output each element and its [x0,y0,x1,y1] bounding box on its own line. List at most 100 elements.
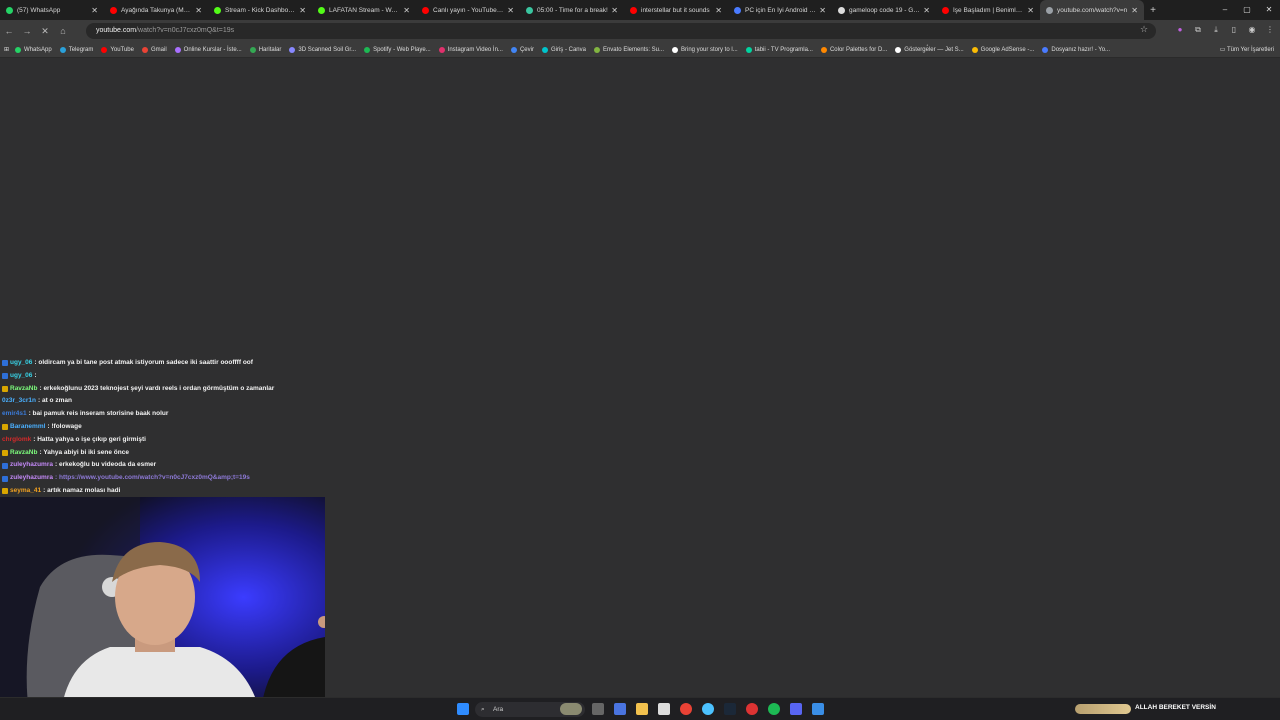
file-explorer-icon[interactable] [636,703,648,715]
all-bookmarks-folder[interactable]: ▭ Tüm Yer İşaretleri [1220,46,1274,53]
tab-close-icon[interactable]: ✕ [1027,6,1034,15]
now-playing-widget[interactable] [1075,704,1131,714]
bookmark-item[interactable]: Online Kurslar - İste... [174,46,242,53]
forward-icon[interactable]: → [18,26,36,36]
widget-icon[interactable] [560,703,582,715]
task-view-icon[interactable] [592,703,604,715]
browser-tab[interactable]: youtube.com/watch?v=n ✕ [1040,0,1144,20]
steam-icon[interactable] [724,703,736,715]
browser-tab[interactable]: 05:00 - Time for a break! ✕ [520,0,624,20]
chat-username[interactable]: 0z3r_3cr1n [2,395,36,408]
chat-text: : oldircam ya bi tane post atmak istiyor… [34,359,253,366]
browser-tab[interactable]: (57) WhatsApp ✕ [0,0,104,20]
edge-icon[interactable] [702,703,714,715]
apps-icon[interactable]: ⊞ [4,46,9,53]
browser-tab[interactable]: PC için En İyi Android Em ✕ [728,0,832,20]
bookmark-item[interactable]: Çevir [510,46,534,53]
extension-icon[interactable]: ● [1174,23,1186,37]
chat-username[interactable]: chrglomk [2,434,31,447]
close-icon[interactable]: ✕ [1258,0,1280,20]
browser-tab[interactable]: gameloop code 19 - Goo ✕ [832,0,936,20]
browser-tab[interactable]: LAFATAN Stream - Watch ✕ [312,0,416,20]
obs-icon[interactable] [746,703,758,715]
chat-badge-icon [2,360,8,367]
profile-avatar-icon[interactable]: ◉ [1246,23,1258,37]
toolbar: ← → ✕ ⌂ youtube.com/watch?v=n0cJ7cxz0mQ&… [0,20,1280,42]
start-menu-icon[interactable] [457,703,469,715]
browser-tab[interactable]: Ayağında Takunya (Madu ✕ [104,0,208,20]
chat-username[interactable]: emir4s1 [2,408,27,421]
chat-message: ugy_06: [2,370,332,383]
back-icon[interactable]: ← [0,26,18,36]
browser-tab[interactable]: İşe Başladım | Benimle bi ✕ [936,0,1040,20]
bookmark-item[interactable]: Google AdSense -... [971,46,1034,53]
bookmark-item[interactable]: Color Palettes for D... [820,46,887,53]
bookmark-star-icon[interactable]: ☆ [1140,24,1148,35]
spotify-icon[interactable] [768,703,780,715]
bookmark-item[interactable]: YouTube [101,46,134,53]
bookmarks-bar: ⊞ WhatsApp Telegram YouTube Gmail Online Kur… [0,42,1280,58]
sidebar-icon[interactable]: ▯ [1228,23,1240,37]
store-icon[interactable] [658,703,670,715]
copilot-icon[interactable] [614,703,626,715]
bookmark-item[interactable]: Instagram Video İn... [438,46,503,53]
bookmark-item[interactable]: Dosyanız hazır! - Yo... [1042,46,1110,53]
bookmark-item[interactable]: WhatsApp [15,46,52,53]
tab-close-icon[interactable]: ✕ [299,6,306,15]
bookmark-label: tabii - TV Programla... [754,46,813,53]
chat-username[interactable]: RavzaNb [10,447,37,460]
tray-ticker-text: ALLAH BEREKET VERSİN [1135,704,1216,711]
bookmark-favicon-icon [672,46,678,53]
bookmark-label: Gmail [150,46,167,53]
tab-favicon-icon [214,6,221,14]
browser-tab[interactable]: Canlı yayın - YouTube Stu ✕ [416,0,520,20]
window-controls: – ▢ ✕ [1214,0,1280,20]
bookmark-favicon-icon [510,46,517,53]
bookmark-item[interactable]: Haritalar [249,46,281,53]
chat-username[interactable]: ugy_06 [10,357,32,370]
chrome-icon[interactable] [680,703,692,715]
tab-close-icon[interactable]: ✕ [403,6,410,15]
tab-close-icon[interactable]: ✕ [507,6,514,15]
extensions-puzzle-icon[interactable]: ⧉ [1192,23,1204,37]
chat-username[interactable]: ugy_06 [10,370,32,383]
bookmark-item[interactable]: Gösterge̊ler — Jet S... [895,46,964,53]
chat-username[interactable]: zuleyhazumra [10,459,53,472]
bookmark-item[interactable]: Bring your story to l... [672,46,738,53]
tab-close-icon[interactable]: ✕ [195,6,202,15]
bookmark-item[interactable]: Spotify - Web Playe... [364,46,431,53]
security-icon[interactable] [812,703,824,715]
tab-close-icon[interactable]: ✕ [1131,6,1138,15]
maximize-icon[interactable]: ▢ [1236,0,1258,20]
chat-username[interactable]: zuleyhazumra [10,472,53,485]
chat-username[interactable]: Baranemml [10,421,45,434]
address-bar[interactable]: youtube.com/watch?v=n0cJ7cxz0mQ&t=19s [86,23,1156,39]
tab-close-icon[interactable]: ✕ [923,6,930,15]
toolbar-actions: ● ⧉ ⤓ ▯ ◉ ⋮ [1174,23,1276,37]
app-icon[interactable] [790,703,802,715]
minimize-icon[interactable]: – [1214,0,1236,20]
home-icon[interactable]: ⌂ [54,26,72,36]
tab-favicon-icon [110,6,117,14]
browser-tab[interactable]: Stream - Kick Dashboard ✕ [208,0,312,20]
chat-username[interactable]: seyma_41 [10,485,41,498]
download-icon[interactable]: ⤓ [1210,23,1222,37]
stop-icon[interactable]: ✕ [36,26,54,37]
tab-close-icon[interactable]: ✕ [611,6,618,15]
bookmark-item[interactable]: Envato Elements: Su... [593,46,664,53]
chat-username[interactable]: RavzaNb [10,383,37,396]
chat-text: : Yahya abiyi bi iki sene önce [39,448,129,456]
tab-close-icon[interactable]: ✕ [715,6,722,15]
tab-close-icon[interactable]: ✕ [91,6,98,15]
tab-close-icon[interactable]: ✕ [819,6,826,15]
new-tab-button[interactable]: + [1144,5,1162,16]
bookmark-item[interactable]: Telegram [59,46,93,53]
bookmark-item[interactable]: tabii - TV Programla... [745,46,813,53]
chat-link[interactable]: : https://www.youtube.com/watch?v=n0cJ7c… [55,472,250,485]
bookmark-item[interactable]: Giriş - Canva [541,46,586,53]
browser-tab[interactable]: interstellar but it sounds ✕ [624,0,728,20]
bookmark-item[interactable]: Gmail [141,46,167,53]
tab-list: (57) WhatsApp ✕ Ayağında Takunya (Madu ✕ Str… [0,0,1144,20]
bookmark-item[interactable]: 3D Scanned Soil Gr... [289,46,356,53]
menu-icon[interactable]: ⋮ [1264,23,1276,37]
